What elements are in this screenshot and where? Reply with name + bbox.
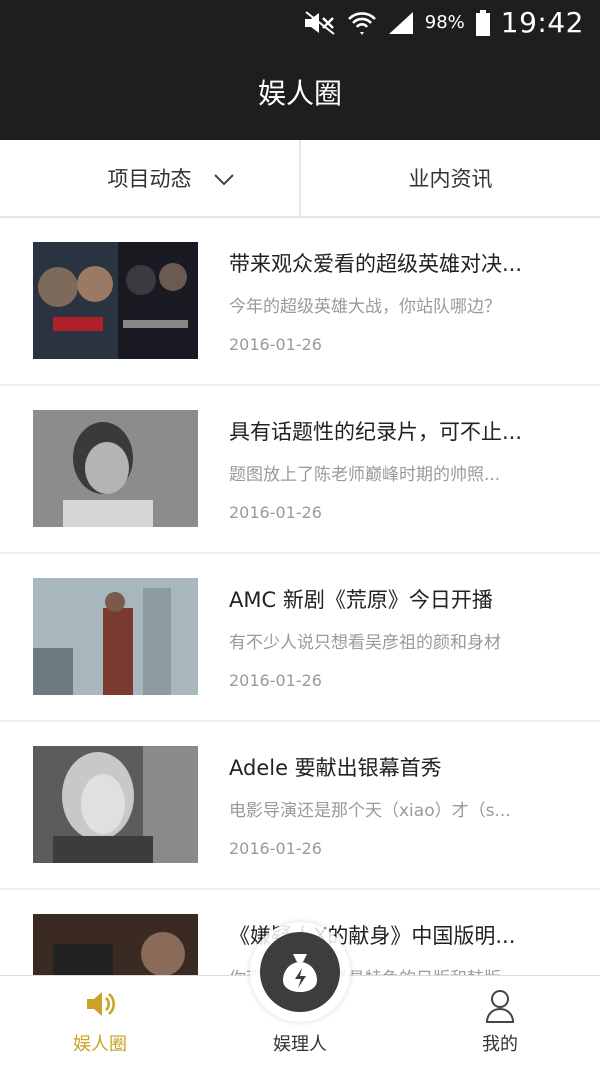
nav-label: 娱理人 xyxy=(273,1034,327,1055)
article-title: 带来观众爱看的超级英雄对决... xyxy=(229,252,523,276)
status-icons: 98% 19:42 xyxy=(303,6,584,39)
tab-label: 项目动态 xyxy=(107,167,192,191)
article-thumbnail xyxy=(33,410,198,527)
article-title: 具有话题性的纪录片，可不止... xyxy=(229,420,523,444)
article-date: 2016-01-26 xyxy=(229,671,322,690)
nav-item-home[interactable]: 娱人圈 xyxy=(0,976,200,1067)
list-item[interactable]: 具有话题性的纪录片，可不止... 题图放上了陈老师巅峰时期的帅照... 2016… xyxy=(0,386,600,554)
list-item[interactable]: Adele 要献出银幕首秀 电影导演还是那个天（xiao）才（s... 2016… xyxy=(0,722,600,890)
list-item[interactable]: 带来观众爱看的超级英雄对决... 今年的超级英雄大战，你站队哪边？ 2016-0… xyxy=(0,218,600,386)
nav-label: 娱人圈 xyxy=(73,1034,127,1055)
article-summary: 电影导演还是那个天（xiao）才（s... xyxy=(229,801,511,821)
header: 娱人圈 xyxy=(0,44,600,140)
page-title: 娱人圈 xyxy=(257,77,342,110)
signal-icon xyxy=(387,10,415,36)
article-thumbnail xyxy=(33,746,198,863)
article-date: 2016-01-26 xyxy=(229,503,322,522)
center-action-button[interactable] xyxy=(250,922,350,1022)
battery-percent: 98% xyxy=(424,12,465,33)
article-list[interactable]: 带来观众爱看的超级英雄对决... 今年的超级英雄大战，你站队哪边？ 2016-0… xyxy=(0,218,600,975)
article-date: 2016-01-26 xyxy=(229,839,322,858)
battery-icon xyxy=(475,9,491,37)
mute-icon xyxy=(303,10,337,36)
article-summary: 题图放上了陈老师巅峰时期的帅照... xyxy=(229,465,501,485)
wifi-icon xyxy=(347,10,377,36)
article-title: Adele 要献出银幕首秀 xyxy=(229,756,442,780)
tab-project-updates[interactable]: 项目动态 xyxy=(0,140,299,216)
user-icon xyxy=(484,988,516,1028)
nav-label: 我的 xyxy=(482,1034,518,1055)
chevron-down-icon[interactable] xyxy=(213,168,235,192)
tab-label: 业内资讯 xyxy=(408,167,493,191)
article-date: 2016-01-26 xyxy=(229,335,322,354)
nav-item-me[interactable]: 我的 xyxy=(400,976,600,1067)
list-item[interactable]: AMC 新剧《荒原》今日开播 有不少人说只想看吴彦祖的颜和身材 2016-01-… xyxy=(0,554,600,722)
status-bar: 98% 19:42 xyxy=(0,0,600,44)
tab-industry-news[interactable]: 业内资讯 xyxy=(299,140,600,216)
tab-bar: 项目动态 业内资讯 xyxy=(0,140,600,218)
article-summary: 今年的超级英雄大战，你站队哪边？ xyxy=(229,297,501,317)
money-bag-icon xyxy=(260,932,340,1012)
article-thumbnail xyxy=(33,914,198,975)
speaker-icon xyxy=(84,988,116,1024)
article-title: AMC 新剧《荒原》今日开播 xyxy=(229,588,493,612)
article-thumbnail xyxy=(33,578,198,695)
clock: 19:42 xyxy=(500,6,584,39)
article-summary: 有不少人说只想看吴彦祖的颜和身材 xyxy=(229,633,501,653)
article-thumbnail xyxy=(33,242,198,359)
